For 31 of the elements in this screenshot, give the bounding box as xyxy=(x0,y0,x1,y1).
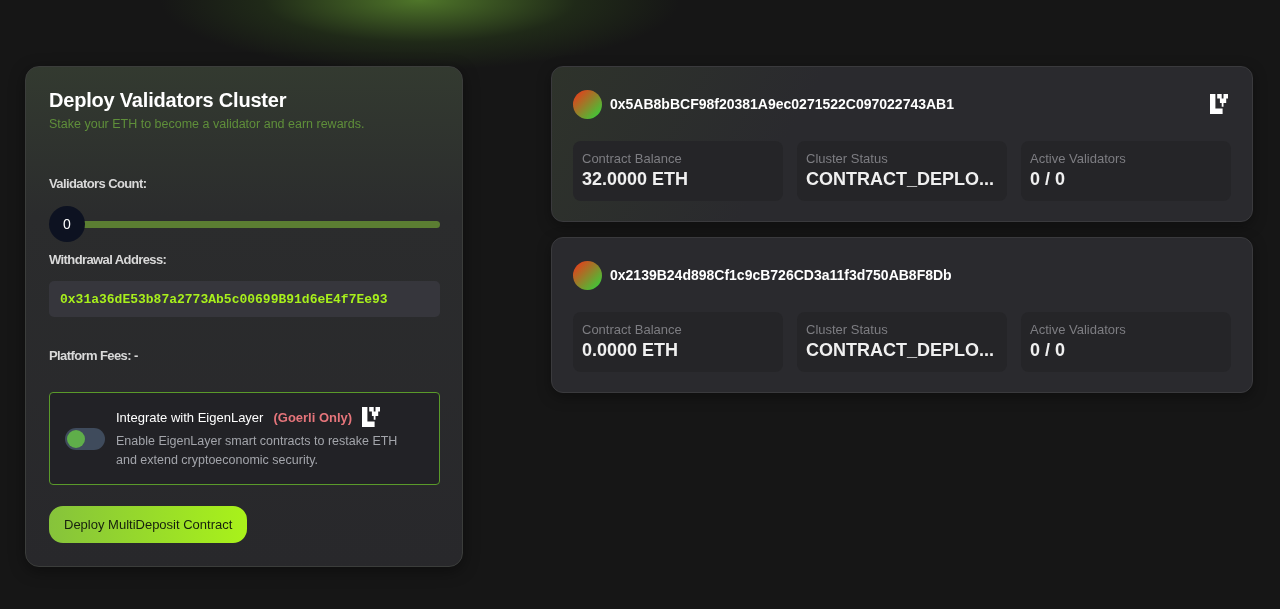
avatar-icon xyxy=(573,260,602,290)
option-description: Enable EigenLayer smart contracts to restake ETH and extend cryptoeconomic security. xyxy=(116,433,399,469)
stat-value: CONTRACT_DEPLO... xyxy=(806,168,995,191)
stat-label: Active Validators xyxy=(1030,322,1127,337)
stat-value: CONTRACT_DEPLO... xyxy=(806,339,995,362)
toggle-switch[interactable] xyxy=(65,428,105,450)
slider-track[interactable]: 0 xyxy=(49,206,440,242)
stat-label: Cluster Status xyxy=(806,151,889,166)
cluster-address: 0x5AB8bBCF98f20381A9ec0271522C097022743AB1 xyxy=(610,96,956,112)
avatar-icon xyxy=(573,89,602,119)
stat-label: Active Validators xyxy=(1030,151,1127,166)
stat-label: Contract Balance xyxy=(582,151,683,166)
platform-fees-label: Platform Fees: - xyxy=(49,348,139,364)
panel-subtitle: Stake your ETH to become a validator and earn rewards. xyxy=(49,116,366,132)
panel-title: Deploy Validators Cluster xyxy=(49,88,288,113)
slider-thumb[interactable]: 0 xyxy=(49,206,85,242)
stat-label: Contract Balance xyxy=(582,322,683,337)
block-logo-icon xyxy=(1210,94,1228,114)
cluster-address: 0x2139B24d898Cf1c9cB726CD3a11f3d750AB8F8Db xyxy=(610,267,953,283)
stat-value: 0 / 0 xyxy=(1030,339,1067,362)
stat-value: 0 / 0 xyxy=(1030,168,1067,191)
stat-label: Cluster Status xyxy=(806,322,889,337)
stat-value: 32.0000 ETH xyxy=(582,168,690,191)
address-input-field[interactable]: 0x31a36dE53b87a2773Ab5c00699B91d6eE4f7Ee93 xyxy=(49,281,440,317)
stat-value: 0.0000 ETH xyxy=(582,339,680,362)
block-logo-icon xyxy=(362,407,381,427)
option-title: Integrate with EigenLayer xyxy=(116,409,264,425)
field-label: Validators Count: xyxy=(49,176,148,192)
field-label: Withdrawal Address: xyxy=(49,252,168,268)
deploy-button[interactable]: Deploy MultiDeposit Contract xyxy=(49,506,248,543)
network-note: (Goerli Only) xyxy=(273,409,353,425)
